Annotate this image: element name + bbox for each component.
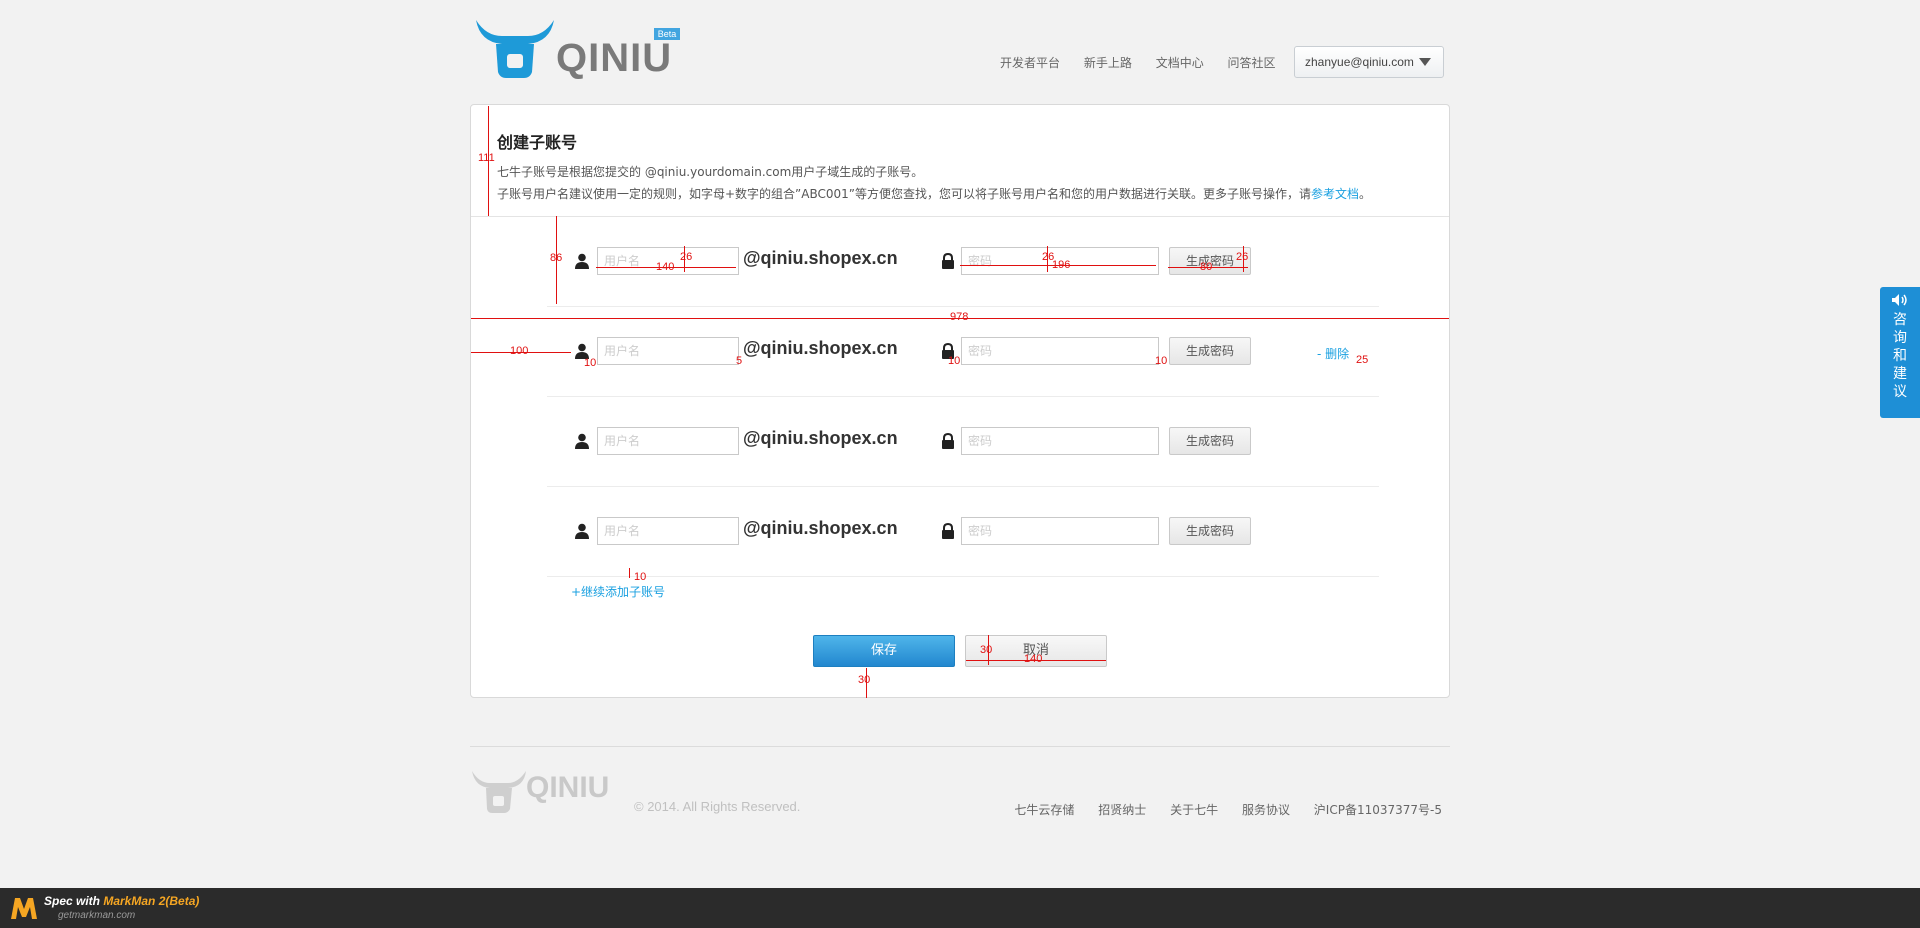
spec-delete-gap: 25 xyxy=(1356,354,1369,366)
copyright: © 2014. All Rights Reserved. xyxy=(634,799,801,814)
generate-password-button[interactable]: 生成密码 xyxy=(1169,337,1251,365)
domain-suffix: @qiniu.shopex.cn xyxy=(743,518,898,538)
bull-logo-icon xyxy=(476,20,554,78)
user-icon xyxy=(575,253,589,269)
save-button[interactable]: 保存 xyxy=(813,635,955,667)
footer-logo-wordmark: QINIU xyxy=(526,771,610,804)
password-input[interactable]: 密码 xyxy=(961,427,1159,455)
nav-getting-started[interactable]: 新手上路 xyxy=(1084,56,1132,70)
nav-developer-platform[interactable]: 开发者平台 xyxy=(1000,56,1060,70)
spec-btn-width: 80 xyxy=(1200,261,1213,273)
logo-wordmark: QINIU xyxy=(556,36,673,80)
markman-logo-icon xyxy=(11,898,37,919)
reference-docs-link[interactable]: 参考文档 xyxy=(1311,187,1359,201)
subaccount-row: 用户名 @qiniu.shopex.cn 密码 生成密码 xyxy=(547,397,1379,487)
footer-link-icp[interactable]: 沪ICP备11037377号-5 xyxy=(1314,803,1442,817)
spec-cancel-width: 140 xyxy=(1024,653,1043,665)
username-input[interactable]: 用户名 xyxy=(597,337,739,365)
spec-input-width: 140 xyxy=(656,261,675,273)
domain-suffix: @qiniu.shopex.cn xyxy=(743,338,898,358)
nav-qa-community[interactable]: 问答社区 xyxy=(1228,56,1276,70)
spec-cancel-height: 30 xyxy=(980,644,993,656)
footer-link-about[interactable]: 关于七牛 xyxy=(1170,803,1218,817)
beta-badge: Beta xyxy=(654,28,680,40)
account-dropdown[interactable]: zhanyue@qiniu.com xyxy=(1294,46,1444,78)
spec-row-height: 86 xyxy=(550,252,563,264)
lock-icon xyxy=(942,523,954,539)
markman-prefix: Spec with xyxy=(44,894,104,908)
spec-left-offset: 100 xyxy=(510,345,529,357)
spec-domain-gap: 5 xyxy=(736,355,743,367)
speaker-icon xyxy=(1892,294,1907,306)
lock-icon xyxy=(942,253,954,269)
spec-add-gap: 10 xyxy=(634,571,647,583)
user-icon xyxy=(575,523,589,539)
footer-link-careers[interactable]: 招贤纳士 xyxy=(1098,803,1146,817)
caret-down-icon xyxy=(1419,58,1431,66)
spec-input-height: 26 xyxy=(680,251,693,263)
spec-icon-gap: 10 xyxy=(584,357,597,369)
spec-header-height: 111 xyxy=(478,152,495,164)
spec-line xyxy=(629,568,630,578)
spec-btn-gap: 10 xyxy=(1155,355,1168,367)
password-input[interactable]: 密码 xyxy=(961,517,1159,545)
username-input[interactable]: 用户名 xyxy=(597,427,739,455)
spec-btn-height: 26 xyxy=(1236,251,1249,263)
top-nav: 开发者平台 新手上路 文档中心 问答社区 xyxy=(1000,54,1296,71)
spec-pwd-width: 196 xyxy=(1052,259,1071,271)
footer-link-terms[interactable]: 服务协议 xyxy=(1242,803,1290,817)
add-more-subaccount-link[interactable]: +继续添加子账号 xyxy=(571,583,665,600)
qiniu-logo[interactable]: QINIU Beta xyxy=(474,14,688,84)
lock-icon xyxy=(942,433,954,449)
description: 七牛子账号是根据您提交的 @qiniu.yourdomain.com用户子域生成… xyxy=(497,161,1449,205)
description-line-2-text: 子账号用户名建议使用一定的规则，如字母+数字的组合”ABC001”等方便您查找，… xyxy=(497,187,1312,201)
generate-password-button[interactable]: 生成密码 xyxy=(1169,427,1251,455)
spec-card-width: 978 xyxy=(950,311,969,323)
username-input[interactable]: 用户名 xyxy=(597,517,739,545)
page-title: 创建子账号 xyxy=(497,133,578,152)
generate-password-button[interactable]: 生成密码 xyxy=(1169,517,1251,545)
markman-text: Spec with MarkMan 2(Beta) xyxy=(44,894,199,908)
markman-site: getmarkman.com xyxy=(58,910,136,921)
description-line-1: 七牛子账号是根据您提交的 @qiniu.yourdomain.com用户子域生成… xyxy=(497,165,924,179)
description-line-2: 子账号用户名建议使用一定的规则，如字母+数字的组合”ABC001”等方便您查找，… xyxy=(497,183,1449,205)
card-header: 创建子账号 七牛子账号是根据您提交的 @qiniu.yourdomain.com… xyxy=(471,105,1449,217)
description-line-2-end: 。 xyxy=(1359,187,1372,201)
create-subaccount-card: 创建子账号 七牛子账号是根据您提交的 @qiniu.yourdomain.com… xyxy=(470,104,1450,698)
account-email: zhanyue@qiniu.com xyxy=(1305,55,1414,69)
spec-lock-gap: 10 xyxy=(948,355,961,367)
header: QINIU Beta 开发者平台 新手上路 文档中心 问答社区 zhanyue@… xyxy=(470,0,1450,100)
feedback-label: 咨询和建议 xyxy=(1893,312,1907,400)
footer: QINIU © 2014. All Rights Reserved. 七牛云存储… xyxy=(470,746,1450,826)
nav-docs[interactable]: 文档中心 xyxy=(1156,56,1204,70)
spec-bottom-gap: 30 xyxy=(858,674,871,686)
domain-suffix: @qiniu.shopex.cn xyxy=(743,428,898,448)
markman-brand: MarkMan 2(Beta) xyxy=(103,894,200,908)
feedback-tab[interactable]: 咨询和建议 xyxy=(1880,287,1920,418)
footer-links: 七牛云存储 招贤纳士 关于七牛 服务协议 沪ICP备11037377号-5 xyxy=(994,801,1442,818)
delete-row-link[interactable]: - 删除 xyxy=(1317,345,1349,362)
markman-bar: Spec with MarkMan 2(Beta) getmarkman.com xyxy=(0,888,1920,928)
footer-link-qiniu-storage[interactable]: 七牛云存储 xyxy=(1014,803,1074,817)
domain-suffix: @qiniu.shopex.cn xyxy=(743,248,898,268)
subaccount-row: 用户名 @qiniu.shopex.cn 密码 生成密码 xyxy=(547,487,1379,577)
password-input[interactable]: 密码 xyxy=(961,337,1159,365)
user-icon xyxy=(575,433,589,449)
